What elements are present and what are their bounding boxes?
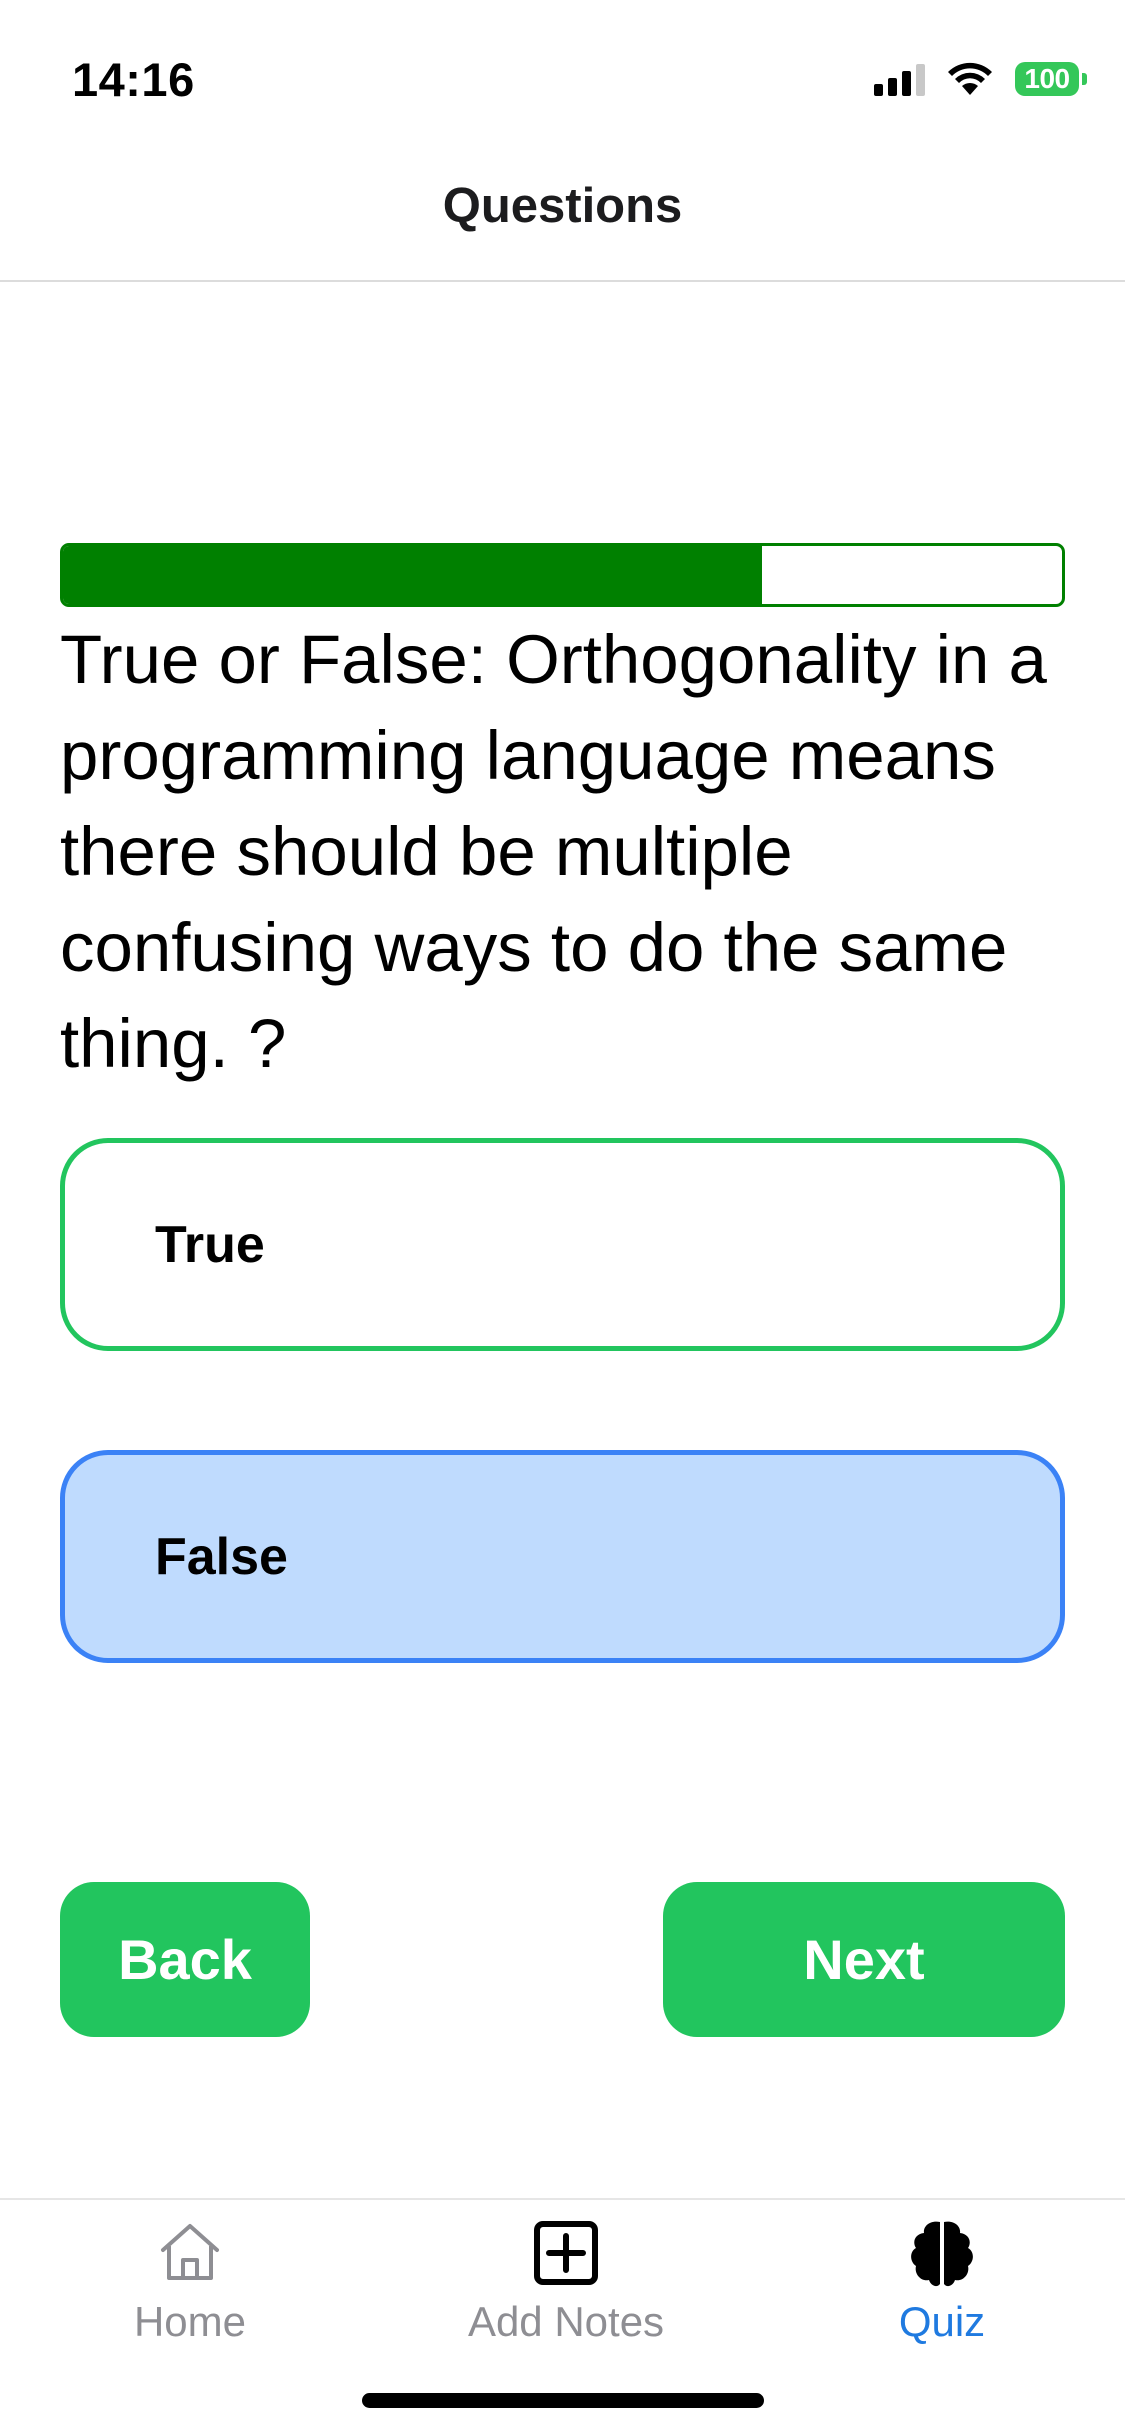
brain-icon: [911, 2221, 973, 2287]
next-button[interactable]: Next: [663, 1882, 1065, 2037]
cellular-signal-icon: [874, 62, 925, 96]
tab-label-quiz: Quiz: [898, 2298, 986, 2345]
tab-home[interactable]: Home: [40, 2214, 340, 2346]
battery-level: 100: [1015, 62, 1079, 96]
battery-icon: 100: [1015, 62, 1087, 96]
quiz-screen: 14:16 100 Questions True or False: Ortho…: [0, 0, 1125, 2436]
navigation-bar: Questions: [0, 140, 1125, 282]
back-button[interactable]: Back: [60, 1882, 310, 2037]
answer-option-false[interactable]: False: [60, 1450, 1065, 1663]
answer-label: True: [155, 1215, 265, 1274]
tab-label-home: Home: [133, 2298, 247, 2345]
status-bar: 14:16 100: [0, 0, 1125, 140]
quiz-progress-fill: [63, 546, 763, 604]
page-title: Questions: [442, 179, 683, 233]
tab-quiz[interactable]: Quiz: [792, 2214, 1092, 2346]
home-icon: [161, 2224, 219, 2280]
question-text: True or False: Orthogonality in a progra…: [60, 621, 1047, 1082]
plus-square-icon: [534, 2221, 598, 2285]
tab-label-add-notes: Add Notes: [467, 2298, 665, 2345]
status-icons: 100: [874, 62, 1087, 96]
tab-add-notes[interactable]: Add Notes: [416, 2214, 716, 2346]
status-time: 14:16: [72, 53, 195, 106]
wifi-icon: [948, 62, 992, 95]
quiz-progress-bar: [60, 543, 1065, 607]
answer-label: False: [155, 1527, 288, 1586]
home-indicator: [362, 2393, 764, 2408]
answer-option-true[interactable]: True: [60, 1138, 1065, 1351]
